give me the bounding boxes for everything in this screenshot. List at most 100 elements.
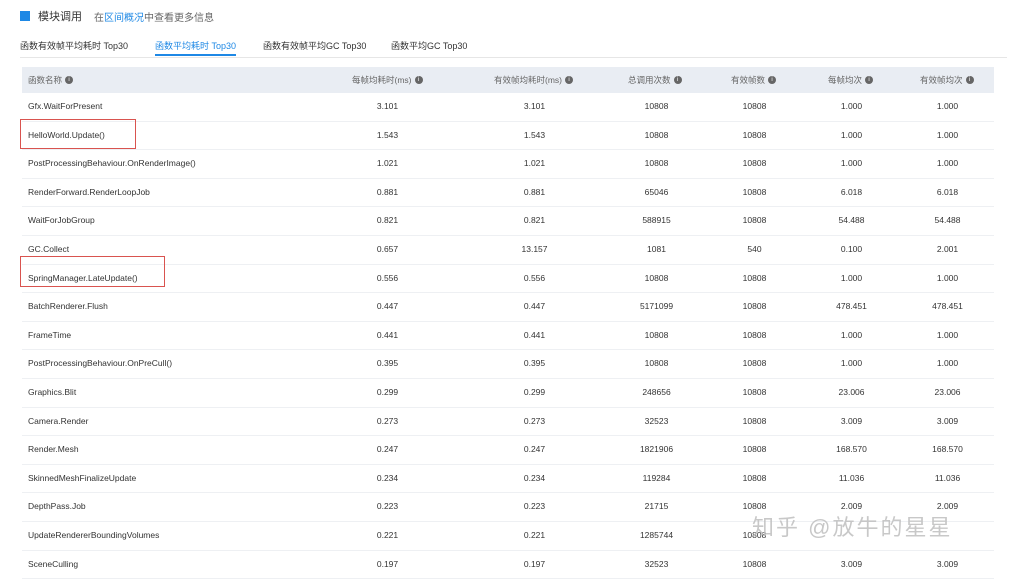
value-cell: 10808 [614,265,699,293]
value-cell: 10808 [712,493,797,521]
function-name-cell: RenderForward.RenderLoopJob [28,179,150,207]
info-icon[interactable]: i [65,76,73,84]
function-name-cell: SkinnedMeshFinalizeUpdate [28,465,136,493]
table-row[interactable]: SceneCulling0.1970.19732523108083.0093.0… [22,551,994,579]
tab-avg-time[interactable]: 函数平均耗时 Top30 [155,39,236,52]
value-cell: 65046 [614,179,699,207]
table-row[interactable]: UpdateRendererBoundingVolumes 0.221 0.221 1… [22,522,994,551]
value-cell: 3.009 [905,551,990,579]
col-total-calls[interactable]: 总调用次数i [628,67,682,93]
value-cell: 1.000 [905,93,990,121]
table-row[interactable]: FrameTime0.4410.44110808108081.0001.000 [22,322,994,351]
value-cell: 3.009 [809,551,894,579]
table-row[interactable]: HelloWorld.Update()1.5431.54310808108081… [22,122,994,151]
value-cell: 588915 [614,207,699,235]
table-row[interactable]: RenderForward.RenderLoopJob0.8810.881650… [22,179,994,208]
value-cell: 10808 [712,379,797,407]
value-cell: 0.221 [345,522,430,550]
function-name-cell: UpdateRendererBoundingVolumes [28,522,159,550]
value-cell: 10808 [712,551,797,579]
value-cell: 10808 [712,408,797,436]
value-cell: 0.395 [345,350,430,378]
table-row[interactable]: PostProcessingBehaviour.OnPreCull() 0.395… [22,350,994,379]
value-cell: 1.000 [905,265,990,293]
info-icon[interactable]: i [565,76,573,84]
value-cell: 10808 [712,522,797,550]
col-effective-frame-avg-time[interactable]: 有效帧均耗时(ms)i [494,67,573,93]
info-icon[interactable]: i [674,76,682,84]
col-avg-time-per-frame[interactable]: 每帧均耗时(ms)i [352,67,423,93]
value-cell: 1.000 [905,322,990,350]
value-cell: 0.556 [492,265,577,293]
info-icon[interactable]: i [768,76,776,84]
tab-avg-gc[interactable]: 函数平均GC Top30 [391,39,467,52]
col-function-name[interactable]: 函数名称i [28,67,73,93]
function-name-cell: SceneCulling [28,551,78,579]
table-row[interactable]: Render.Mesh0.2470.247182190610808168.570… [22,436,994,465]
value-cell: 1285744 [614,522,699,550]
tab-effective-frame-avg-time[interactable]: 函数有效帧平均耗时 Top30 [20,39,128,52]
value-cell: 1.543 [492,122,577,150]
value-cell: 0.197 [492,551,577,579]
table-row[interactable]: WaitForJobGroup0.8210.8215889151080854.4… [22,207,994,236]
value-cell: 2.001 [905,236,990,264]
value-cell: 0.395 [492,350,577,378]
value-cell: 10808 [614,322,699,350]
col-effective-frames[interactable]: 有效帧数i [731,67,776,93]
value-cell: 1.000 [809,150,894,178]
value-cell: 0.821 [345,207,430,235]
function-name-cell: Render.Mesh [28,436,79,464]
info-icon[interactable]: i [415,76,423,84]
table-row[interactable]: PostProcessingBehaviour.OnRenderImage()1… [22,150,994,179]
function-name-cell: FrameTime [28,322,71,350]
value-cell: 0.221 [492,522,577,550]
function-name-cell: WaitForJobGroup [28,207,95,235]
value-cell: 0.299 [345,379,430,407]
col-calls-per-effective-frame[interactable]: 有效帧均次i [920,67,974,93]
table-row[interactable]: BatchRenderer.Flush0.4470.44751710991080… [22,293,994,322]
function-name-cell: BatchRenderer.Flush [28,293,108,321]
value-cell: 10808 [614,122,699,150]
table-row[interactable]: GC.Collect0.65713.15710815400.1002.001 [22,236,994,265]
value-cell: 3.101 [345,93,430,121]
table-body: Gfx.WaitForPresent3.1013.10110808108081.… [22,93,994,579]
interval-overview-link[interactable]: 区间概况 [104,13,144,24]
tab-bar: 函数有效帧平均耗时 Top30 函数平均耗时 Top30 函数有效帧平均GC T… [20,35,1007,58]
col-calls-per-frame[interactable]: 每帧均次i [828,67,873,93]
value-cell: 23.006 [905,379,990,407]
value-cell: 23.006 [809,379,894,407]
value-cell: 1.000 [809,265,894,293]
value-cell: 478.451 [809,293,894,321]
value-cell: 54.488 [905,207,990,235]
value-cell: 10808 [712,465,797,493]
tab-effective-frame-avg-gc[interactable]: 函数有效帧平均GC Top30 [263,39,366,52]
table-row[interactable]: DepthPass.Job0.2230.22321715108082.0092.… [22,493,994,522]
table-row[interactable]: Graphics.Blit0.2990.2992486561080823.006… [22,379,994,408]
info-icon[interactable]: i [865,76,873,84]
section-title: 模块调用 [38,8,82,24]
value-cell: 3.009 [809,408,894,436]
function-name-cell: Camera.Render [28,408,88,436]
table-row[interactable]: Camera.Render0.2730.27332523108083.0093.… [22,408,994,437]
value-cell [809,522,894,550]
section-hint: 在区间概况中查看更多信息 [94,9,214,24]
value-cell: 0.657 [345,236,430,264]
value-cell: 1.000 [905,350,990,378]
function-name-cell: PostProcessingBehaviour.OnPreCull() [28,350,172,378]
value-cell: 10808 [614,150,699,178]
value-cell: 11.036 [809,465,894,493]
value-cell: 10808 [712,179,797,207]
value-cell: 1.000 [809,322,894,350]
value-cell: 248656 [614,379,699,407]
info-icon[interactable]: i [966,76,974,84]
value-cell: 32523 [614,408,699,436]
value-cell: 10808 [712,350,797,378]
table-row[interactable]: SpringManager.LateUpdate()0.5560.5561080… [22,265,994,294]
value-cell: 0.197 [345,551,430,579]
table-row[interactable]: SkinnedMeshFinalizeUpdate0.2340.23411928… [22,465,994,494]
section-marker-icon [20,11,30,21]
table-row[interactable]: Gfx.WaitForPresent3.1013.10110808108081.… [22,93,994,122]
value-cell: 0.299 [492,379,577,407]
highlight-box [20,256,165,287]
function-name-cell: Gfx.WaitForPresent [28,93,102,121]
